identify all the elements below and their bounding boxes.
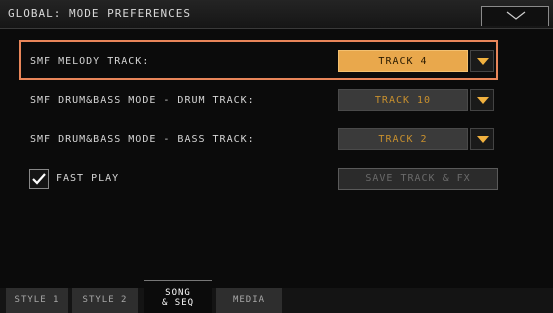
tab-song-seq-label-line2: & SEQ (161, 298, 195, 308)
drum-track-label: SMF DRUM&BASS MODE - DRUM TRACK: (30, 95, 255, 106)
fast-play-checkbox[interactable] (29, 169, 49, 189)
melody-track-value[interactable]: TRACK 4 (338, 50, 468, 72)
tab-media[interactable]: MEDIA (216, 288, 282, 313)
page-menu-button[interactable] (481, 6, 549, 26)
fast-play-label: FAST PLAY (56, 173, 120, 184)
drum-track-value[interactable]: TRACK 10 (338, 89, 468, 111)
tab-bar: STYLE 1 STYLE 2 SONG & SEQ MEDIA (0, 280, 553, 313)
drum-track-dropdown-arrow[interactable] (470, 89, 494, 111)
dropdown-arrow-icon (477, 97, 489, 104)
header-bar: GLOBAL: MODE PREFERENCES (0, 0, 553, 29)
tab-style-1[interactable]: STYLE 1 (6, 288, 68, 313)
chevron-down-icon (506, 11, 526, 20)
tab-song-seq[interactable]: SONG & SEQ (144, 280, 212, 313)
melody-track-dropdown-arrow[interactable] (470, 50, 494, 72)
dropdown-arrow-icon (477, 58, 489, 65)
tab-song-seq-label-line1: SONG (165, 288, 191, 298)
checkmark-icon (32, 173, 46, 185)
save-track-fx-button[interactable]: SAVE TRACK & FX (338, 168, 498, 190)
tab-style-2[interactable]: STYLE 2 (72, 288, 138, 313)
bass-track-dropdown-arrow[interactable] (470, 128, 494, 150)
bass-track-label: SMF DRUM&BASS MODE - BASS TRACK: (30, 134, 255, 145)
dropdown-arrow-icon (477, 136, 489, 143)
bass-track-value[interactable]: TRACK 2 (338, 128, 468, 150)
melody-track-label: SMF MELODY TRACK: (30, 56, 150, 67)
page-title: GLOBAL: MODE PREFERENCES (8, 7, 191, 20)
